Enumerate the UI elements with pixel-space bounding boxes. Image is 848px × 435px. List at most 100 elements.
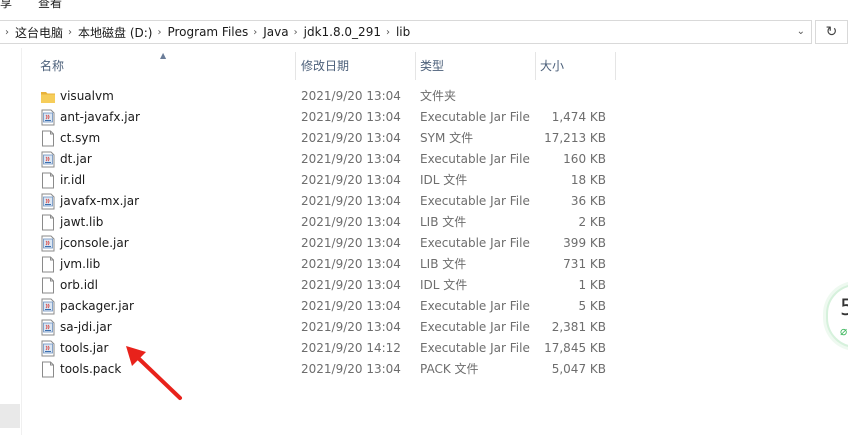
jar-file-icon: [40, 340, 56, 357]
file-row[interactable]: jvm.lib 2021/9/20 13:04 LIB 文件 731 KB: [22, 254, 616, 275]
file-date: 2021/9/20 13:04: [301, 299, 401, 313]
column-header-row: 名称 ▲ 修改日期 类型 大小: [22, 51, 616, 80]
file-type: Executable Jar File: [420, 194, 530, 208]
chevron-down-icon[interactable]: ⌄: [797, 26, 805, 37]
refresh-button[interactable]: ↻: [815, 20, 848, 44]
file-type: Executable Jar File: [420, 299, 530, 313]
file-icon: [40, 214, 56, 231]
file-row[interactable]: packager.jar 2021/9/20 13:04 Executable Ja…: [22, 296, 616, 317]
jar-file-icon: [40, 193, 56, 210]
file-type: Executable Jar File: [420, 110, 530, 124]
file-date: 2021/9/20 13:04: [301, 173, 401, 187]
column-header-size[interactable]: 大小: [536, 52, 616, 80]
column-header-name[interactable]: 名称 ▲: [22, 51, 296, 80]
file-type: LIB 文件: [420, 257, 467, 271]
folder-icon: [40, 88, 56, 105]
file-row[interactable]: ir.idl 2021/9/20 13:04 IDL 文件 18 KB: [22, 170, 616, 191]
column-header-type[interactable]: 类型: [416, 52, 536, 80]
file-type: IDL 文件: [420, 173, 468, 187]
file-type: Executable Jar File: [420, 320, 530, 334]
file-size: 2,381 KB: [551, 320, 606, 334]
file-name: dt.jar: [60, 152, 92, 166]
breadcrumb-separator-icon[interactable]: ›: [68, 27, 72, 38]
file-size: 160 KB: [563, 152, 606, 166]
breadcrumb-item[interactable]: 这台电脑: [15, 24, 63, 41]
breadcrumb-separator-icon[interactable]: ›: [157, 27, 161, 38]
file-row[interactable]: javafx-mx.jar 2021/9/20 13:04 Executable J…: [22, 191, 616, 212]
jar-file-icon: [40, 298, 56, 315]
jar-file-icon: [40, 109, 56, 126]
file-type: SYM 文件: [420, 131, 474, 145]
file-size: 36 KB: [570, 194, 606, 208]
file-type: IDL 文件: [420, 278, 468, 292]
file-row[interactable]: visualvm 2021/9/20 13:04 文件夹: [22, 86, 616, 107]
breadcrumb-separator-icon[interactable]: ›: [253, 27, 257, 38]
file-date: 2021/9/20 13:04: [301, 257, 401, 271]
file-date: 2021/9/20 13:04: [301, 152, 401, 166]
file-row[interactable]: ct.sym 2021/9/20 13:04 SYM 文件 17,213 KB: [22, 128, 616, 149]
file-name: ct.sym: [60, 131, 101, 145]
file-size: 2 KB: [578, 215, 606, 229]
file-type: 文件夹: [420, 89, 457, 103]
address-row: › 这台电脑 › 本地磁盘 (D:) › Program Files › Java › jdk1.…: [0, 18, 848, 48]
jar-file-icon: [40, 151, 56, 168]
floating-speed-widget[interactable]: 5 ⌀: [826, 284, 848, 348]
file-icon: [40, 277, 56, 294]
file-size: 399 KB: [563, 236, 606, 250]
widget-number: 5: [840, 296, 848, 321]
file-row[interactable]: tools.jar 2021/9/20 14:12 Executable Jar F…: [22, 338, 616, 359]
file-type: Executable Jar File: [420, 341, 530, 355]
jar-file-icon: [40, 319, 56, 336]
refresh-icon: ↻: [825, 24, 838, 40]
file-date: 2021/9/20 14:12: [301, 341, 401, 355]
file-name: ir.idl: [60, 173, 86, 187]
breadcrumb-item[interactable]: lib: [396, 25, 410, 39]
ribbon-tab-share[interactable]: 享: [0, 0, 12, 11]
jar-file-icon: [40, 235, 56, 252]
breadcrumb-item[interactable]: jdk1.8.0_291: [304, 25, 381, 39]
file-row[interactable]: tools.pack 2021/9/20 13:04 PACK 文件 5,047 KB: [22, 359, 616, 380]
file-name: jconsole.jar: [60, 236, 129, 250]
file-date: 2021/9/20 13:04: [301, 110, 401, 124]
breadcrumb-item[interactable]: 本地磁盘 (D:): [78, 24, 152, 41]
file-row[interactable]: jconsole.jar 2021/9/20 13:04 Executable Ja…: [22, 233, 616, 254]
breadcrumb-item[interactable]: Java: [263, 25, 288, 39]
file-row[interactable]: jawt.lib 2021/9/20 13:04 LIB 文件 2 KB: [22, 212, 616, 233]
navigation-pane[interactable]: [0, 48, 22, 435]
breadcrumb-separator-icon[interactable]: ›: [386, 27, 390, 38]
ribbon-tab-view[interactable]: 查看: [38, 0, 62, 11]
file-type: PACK 文件: [420, 362, 479, 376]
breadcrumb-item[interactable]: Program Files: [167, 25, 248, 39]
file-icon: [40, 256, 56, 273]
file-size: 17,845 KB: [544, 341, 606, 355]
ribbon-tabs: 享 查看: [0, 0, 848, 12]
file-name: tools.pack: [60, 362, 122, 376]
breadcrumb-separator-icon[interactable]: ›: [294, 27, 298, 38]
file-row[interactable]: dt.jar 2021/9/20 13:04 Executable Jar File…: [22, 149, 616, 170]
file-size: 1,474 KB: [551, 110, 606, 124]
file-icon: [40, 172, 56, 189]
breadcrumb-separator-icon[interactable]: ›: [5, 27, 9, 38]
navigation-scrollbar[interactable]: [0, 404, 20, 428]
column-header-date[interactable]: 修改日期: [296, 52, 416, 80]
file-date: 2021/9/20 13:04: [301, 131, 401, 145]
annotation-arrow: [126, 346, 182, 400]
file-date: 2021/9/20 13:04: [301, 362, 401, 376]
file-type: Executable Jar File: [420, 152, 530, 166]
file-name: visualvm: [60, 89, 114, 103]
file-type: LIB 文件: [420, 215, 467, 229]
file-size: 17,213 KB: [544, 131, 606, 145]
address-bar[interactable]: › 这台电脑 › 本地磁盘 (D:) › Program Files › Java › jdk1.…: [0, 20, 812, 44]
file-name: jvm.lib: [60, 257, 101, 271]
file-size: 5,047 KB: [551, 362, 606, 376]
file-row[interactable]: ant-javafx.jar 2021/9/20 13:04 Executable …: [22, 107, 616, 128]
file-date: 2021/9/20 13:04: [301, 320, 401, 334]
file-name: ant-javafx.jar: [60, 110, 140, 124]
file-row[interactable]: sa-jdi.jar 2021/9/20 13:04 Executable Jar …: [22, 317, 616, 338]
file-row[interactable]: orb.idl 2021/9/20 13:04 IDL 文件 1 KB: [22, 275, 616, 296]
file-name: javafx-mx.jar: [60, 194, 140, 208]
widget-indicator-icon: ⌀: [840, 324, 848, 338]
file-date: 2021/9/20 13:04: [301, 89, 401, 103]
file-icon: [40, 361, 56, 378]
file-type: Executable Jar File: [420, 236, 530, 250]
